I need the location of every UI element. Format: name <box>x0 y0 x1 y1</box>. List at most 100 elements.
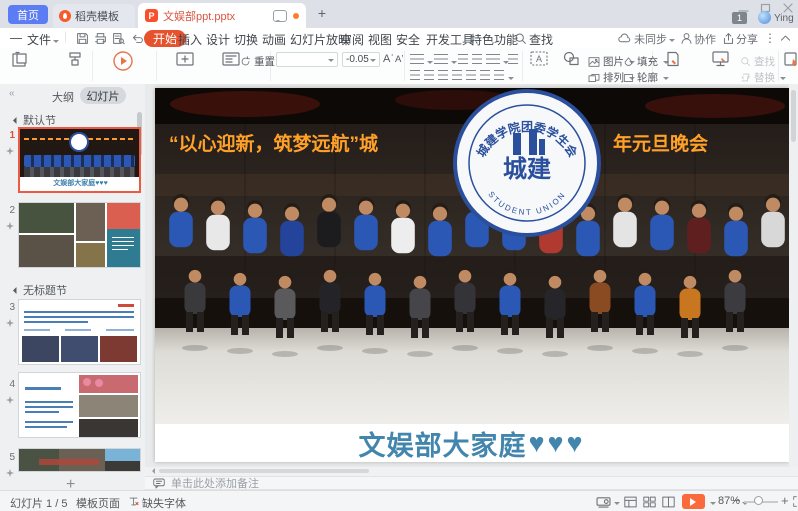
file-menu[interactable]: 文件 <box>27 31 59 48</box>
close-button[interactable] <box>782 2 794 12</box>
slide-thumbnail-3[interactable] <box>18 299 141 365</box>
find-menu[interactable]: 查找 <box>529 31 553 48</box>
ribbon-tab-transition[interactable]: 切换 <box>234 31 258 48</box>
projector-caret-icon[interactable] <box>614 502 620 508</box>
collaborate-icon[interactable] <box>680 32 693 45</box>
sync-status[interactable]: 未同步 <box>634 31 675 47</box>
animation-star-icon[interactable] <box>6 219 14 233</box>
collaborate-label[interactable]: 协作 <box>694 31 716 47</box>
share-icon[interactable] <box>722 32 735 45</box>
undo-icon[interactable] <box>131 32 144 45</box>
slide-thumbnail-1[interactable]: 文娱部大家庭♥♥♥ <box>18 127 141 193</box>
outline-button[interactable]: 轮廓 <box>623 70 669 85</box>
bullets-icon[interactable] <box>410 54 424 65</box>
doc-assistant-icon[interactable] <box>665 51 681 70</box>
scroll-left-icon[interactable] <box>149 468 155 474</box>
align-right-icon[interactable] <box>438 70 448 81</box>
document-tab[interactable]: P 文娱部ppt.pptx <box>138 3 306 28</box>
text-align-box-icon[interactable] <box>508 54 518 65</box>
slide-caption[interactable]: 文娱部大家庭♥♥♥ <box>155 424 789 462</box>
normal-view-icon[interactable] <box>624 496 637 511</box>
new-slide-icon[interactable] <box>176 52 194 70</box>
missing-font-button[interactable]: 缺失字体 <box>142 495 186 511</box>
increase-indent-icon[interactable] <box>472 54 482 65</box>
play-from-current-icon[interactable] <box>112 50 134 75</box>
slide-thumbnail-5[interactable] <box>18 448 141 472</box>
animation-star-icon[interactable] <box>6 316 14 330</box>
user-name[interactable]: Ying <box>774 13 794 24</box>
reading-view-icon[interactable] <box>662 496 675 511</box>
new-tab-button[interactable]: + <box>315 7 329 21</box>
paste-icon[interactable] <box>11 51 29 70</box>
collapse-ribbon-icon[interactable] <box>779 32 792 45</box>
home-tab[interactable]: 首页 <box>8 5 48 24</box>
ribbon-tab-animation[interactable]: 动画 <box>262 31 286 48</box>
ribbon-tab-insert[interactable]: 插入 <box>178 31 202 48</box>
save-icon[interactable] <box>76 32 89 45</box>
notification-badge[interactable]: 1 <box>732 12 747 24</box>
projector-icon[interactable] <box>596 496 611 511</box>
vertical-scrollbar[interactable] <box>789 84 798 467</box>
ribbon-tab-security[interactable]: 安全 <box>396 31 420 48</box>
shape-icon[interactable] <box>563 51 580 69</box>
slide-sorter-icon[interactable] <box>643 496 656 511</box>
current-slide[interactable]: “以心迎新，筑梦远航”城 年元旦晚会 城建学院团委学生会 <box>155 88 789 462</box>
fit-window-icon[interactable] <box>793 496 798 510</box>
section-untitled[interactable]: 无标题节 <box>14 282 67 298</box>
zoom-in-button[interactable]: + <box>781 493 789 508</box>
cloud-sync-icon[interactable] <box>618 32 631 45</box>
more-menu-icon[interactable]: ⋮ <box>764 31 776 45</box>
ribbon-tab-design[interactable]: 设计 <box>206 31 230 48</box>
shrink-text-icon[interactable] <box>480 70 490 81</box>
reset-button[interactable]: 重置 <box>240 54 275 69</box>
distribute-icon[interactable] <box>466 70 476 81</box>
font-size-select[interactable]: -0.05 <box>342 52 380 67</box>
collapse-panel-icon[interactable]: « <box>9 88 15 99</box>
decrease-indent-icon[interactable] <box>458 54 468 65</box>
align-left-icon[interactable] <box>410 70 420 81</box>
columns-icon[interactable] <box>494 70 504 81</box>
line-spacing-icon[interactable] <box>486 54 500 65</box>
slide-thumbnail-4[interactable] <box>18 372 141 438</box>
preview-icon[interactable] <box>112 32 125 45</box>
section-default[interactable]: 默认节 <box>14 112 56 128</box>
slideshow-play-button[interactable] <box>682 494 705 509</box>
print-icon[interactable] <box>94 32 107 45</box>
ribbon-tab-review[interactable]: 审阅 <box>340 31 364 48</box>
play-caret-icon[interactable] <box>710 502 716 508</box>
slides-tab[interactable]: 幻灯片 <box>80 87 126 104</box>
ribbon-tab-special[interactable]: 特色功能 <box>470 31 518 48</box>
comment-bubble-icon[interactable] <box>273 10 287 22</box>
numbering-icon[interactable] <box>434 54 448 65</box>
template-page-button[interactable]: 模板页面 <box>76 495 120 511</box>
slide-thumbnail-2[interactable] <box>18 202 141 268</box>
ribbon-tab-view[interactable]: 视图 <box>368 31 392 48</box>
layout-icon[interactable] <box>222 52 240 70</box>
minimize-button[interactable] <box>738 2 750 12</box>
animation-star-icon[interactable] <box>6 144 14 158</box>
fill-button[interactable]: 填充 <box>623 54 669 69</box>
font-family-select[interactable] <box>276 52 338 67</box>
increase-font-icon[interactable]: Aʾ <box>383 53 394 65</box>
textbox-icon[interactable]: A <box>530 51 548 69</box>
present-tools-icon[interactable] <box>712 51 729 70</box>
animation-star-icon[interactable] <box>6 393 14 407</box>
docer-template-tab[interactable]: 稻壳模板 <box>53 4 135 28</box>
ribbon-tab-devtools[interactable]: 开发工具 <box>426 31 474 48</box>
zoom-slider-knob[interactable] <box>754 496 763 505</box>
align-center-icon[interactable] <box>424 70 434 81</box>
outline-tab[interactable]: 大纲 <box>52 89 74 105</box>
zoom-out-button[interactable]: − <box>733 493 741 508</box>
justify-icon[interactable] <box>452 70 462 81</box>
decrease-font-icon[interactable]: Aʽ <box>395 54 403 65</box>
account-avatar[interactable] <box>758 11 771 24</box>
format-painter-icon[interactable] <box>67 51 83 70</box>
notes-bar[interactable]: 单击此处添加备注 <box>145 476 798 490</box>
search-icon[interactable] <box>514 32 527 45</box>
share-label[interactable]: 分享 <box>736 31 758 47</box>
slide-number: 3 <box>5 302 15 313</box>
animation-star-icon[interactable] <box>6 466 14 480</box>
replace-button[interactable]: 替换 <box>740 70 786 85</box>
find-button[interactable]: 查找 <box>740 54 775 69</box>
selection-pane-icon[interactable] <box>784 51 798 70</box>
